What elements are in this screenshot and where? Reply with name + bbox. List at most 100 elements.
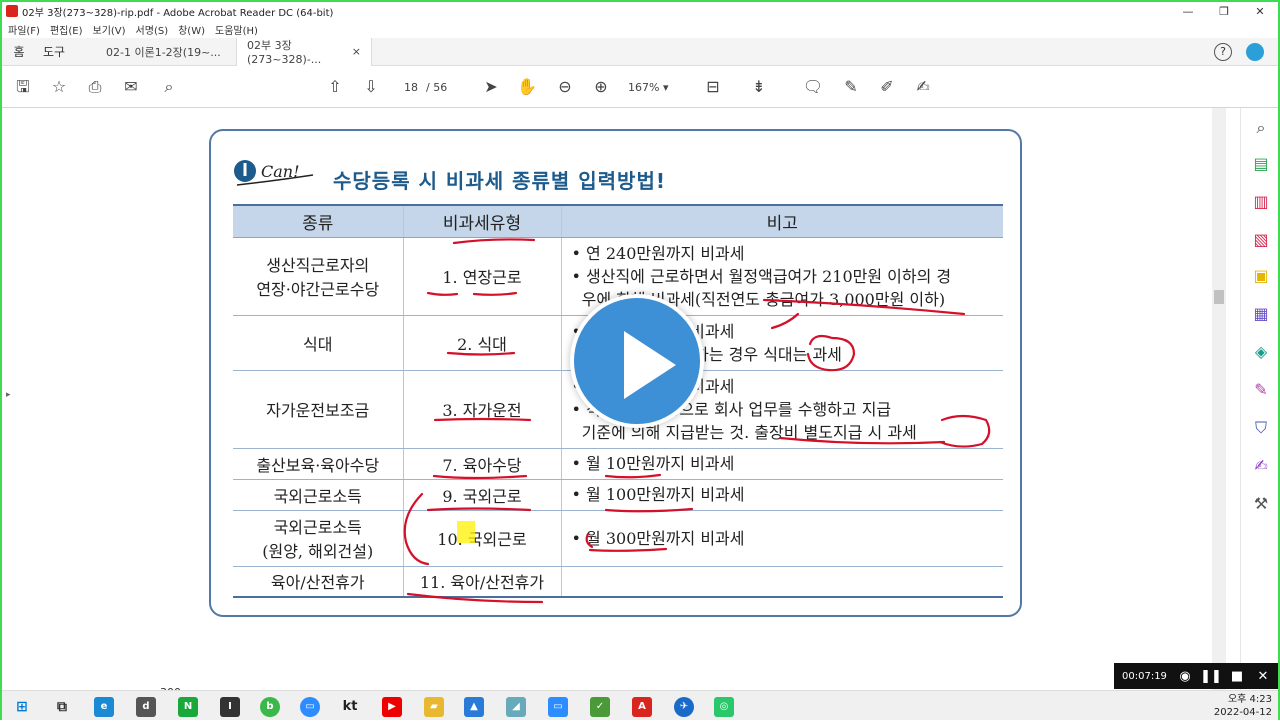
yellow-highlight [457,521,475,543]
tab-document-2-label: 02부 3장(273~328)-... [247,39,322,66]
vertical-scrollbar[interactable] [1212,108,1226,690]
play-button[interactable] [570,294,704,428]
photos-icon[interactable]: ▲ [464,697,484,717]
cursor-icon[interactable]: ➤ [480,76,502,98]
pause-icon[interactable]: ❚❚ [1198,669,1224,684]
page-number-input[interactable]: 18 [394,78,428,98]
search-icon[interactable]: ⌕ [158,76,180,98]
zoom-out-icon[interactable]: ⊖ [554,76,576,98]
app-icon-6[interactable]: ✈ [674,697,694,717]
mail-icon[interactable]: ✉ [120,76,142,98]
close-tab-icon[interactable]: × [352,45,361,58]
tools-panel: ⌕ ▤ ▥ ▧ ▣ ▦ ◈ ✎ ⛉ ✍ ⚒ [1240,108,1278,690]
logo-text: Can! [261,162,300,181]
stop-icon[interactable]: ■ [1224,669,1250,684]
task-view-icon[interactable]: ⧉ [52,697,72,717]
maximize-button[interactable]: ❐ [1206,5,1242,18]
clock-date: 2022-04-12 [1213,707,1272,718]
clock[interactable]: 오후 4:23 2022-04-12 [1214,693,1272,719]
fit-page-icon[interactable]: ⊟ [702,76,724,98]
tab-document-2[interactable]: 02부 3장(273~328)-... × [236,37,372,66]
highlight-pen-icon[interactable]: ✎ [840,76,862,98]
note-line: • 월 100만원까지 비과세 [571,485,745,504]
fill-sign-icon[interactable]: ✎ [1251,380,1271,400]
row-type: 국외근로소득 (원양, 해외건설) [233,510,404,567]
draw-icon[interactable]: ✐ [876,76,898,98]
hand-icon[interactable]: ✋ [516,76,538,98]
more-tools-icon[interactable]: ⚒ [1251,494,1271,514]
print-icon[interactable]: ⎙ [84,76,106,98]
avatar[interactable] [1246,42,1264,61]
header-type: 종류 [233,204,404,238]
video-icon[interactable]: ▭ [548,697,568,717]
menu-window[interactable]: 창(W) [178,22,205,37]
note-line: • 연 240만원까지 비과세 [571,243,745,263]
tab-tools[interactable]: 도구 [36,43,72,60]
comment-icon[interactable]: 🗨 [802,76,824,98]
compress-icon[interactable]: ◈ [1251,342,1271,362]
row-code: 3. 자가운전 [403,370,562,449]
menu-file[interactable]: 파일(F) [8,22,40,37]
zoom-app-icon[interactable]: ▭ [300,697,320,717]
close-button[interactable]: ✕ [1242,5,1278,18]
menu-sign[interactable]: 서명(S) [136,22,169,37]
row-type: 자가운전보조금 [233,370,404,449]
app-icon-7[interactable]: ◎ [714,697,734,717]
edge-icon[interactable]: e [94,697,114,717]
row-type: 생산직근로자의 연장·야간근로수당 [233,237,404,316]
naver-icon[interactable]: N [178,697,198,717]
expand-left-icon[interactable]: ▸ [6,390,11,400]
help-icon[interactable]: ? [1214,42,1232,61]
folder-icon[interactable]: ▰ [424,697,444,717]
minimize-button[interactable]: — [1170,5,1206,18]
acrobat-taskbar-icon[interactable]: A [632,697,652,717]
tab-home[interactable]: 홈 [2,43,36,60]
save-icon[interactable]: 🖫 [12,76,34,98]
organize-pages-icon[interactable]: ▥ [1251,192,1271,212]
zoom-search-icon[interactable]: ⌕ [1251,118,1271,138]
menu-view[interactable]: 보기(V) [93,22,126,37]
export-pdf-icon[interactable]: ▤ [1251,154,1271,174]
header-code: 비과세유형 [403,204,562,238]
zoom-select[interactable]: 167% ▾ [628,78,684,98]
windows-start-icon[interactable]: ⊞ [12,697,32,717]
page-title: 수당등록 시 비과세 종류별 입력방법! [333,169,666,193]
menu-edit[interactable]: 편집(E) [50,22,83,37]
edit-icon[interactable]: ✍ [1251,456,1271,476]
app-icon-3[interactable]: b [260,697,280,717]
window-title: 02부 3장(273~328)-rip.pdf - Adobe Acrobat … [22,7,334,19]
table-row: 출산보육·육아수당 7. 육아수당 • 월 10만원까지 비과세 [233,448,1003,480]
star-icon[interactable]: ☆ [48,76,70,98]
app-icon-4[interactable]: ◢ [506,697,526,717]
sign-icon[interactable]: ✍ [912,76,934,98]
menu-help[interactable]: 도움말(H) [215,22,258,37]
comment-panel-icon[interactable]: ▣ [1251,266,1271,286]
youtube-icon[interactable]: ▶ [382,697,402,717]
app-icon-2[interactable]: I [220,697,240,717]
toolbar: 🖫 ☆ ⎙ ✉ ⌕ ⇧ ⇩ 18 / 56 ➤ ✋ ⊖ ⊕ 167% ▾ ⊟ ⇟… [2,66,1278,108]
recorder-time: 00:07:19 [1122,670,1167,682]
app-icon-1[interactable]: d [136,697,156,717]
row-notes: • 월 100만원까지 비과세 [561,479,1003,511]
combine-icon[interactable]: ▦ [1251,304,1271,324]
scroll-mode-icon[interactable]: ⇟ [748,76,770,98]
zoom-value: 167% [628,81,660,94]
app-icon-5[interactable]: ✓ [590,697,610,717]
tab-document-1[interactable]: 02-1 이론1-2장(19~... [96,38,236,66]
title-bar: 02부 3장(273~328)-rip.pdf - Adobe Acrobat … [2,2,1278,20]
page-down-icon[interactable]: ⇩ [360,76,382,98]
row-code: 1. 연장근로 [403,237,562,316]
zoom-in-icon[interactable]: ⊕ [590,76,612,98]
row-code: 9. 국외근로 [403,479,562,511]
table-row: 육아/산전휴가 11. 육아/산전휴가 [233,566,1003,598]
close-recorder-icon[interactable]: ✕ [1250,669,1276,684]
camera-icon[interactable]: ◉ [1172,669,1198,684]
scroll-thumb[interactable] [1214,290,1224,304]
acrobat-icon [6,5,18,17]
create-pdf-icon[interactable]: ▧ [1251,230,1271,250]
header-notes: 비고 [561,204,1003,238]
protect-icon[interactable]: ⛉ [1251,418,1271,438]
page-up-icon[interactable]: ⇧ [324,76,346,98]
kt-icon[interactable]: kt [340,697,360,717]
taskbar: ⊞ ⧉ e d N I b ▭ kt ▶ ▰ ▲ ◢ ▭ ✓ A ✈ ◎ 오후 … [2,690,1278,720]
